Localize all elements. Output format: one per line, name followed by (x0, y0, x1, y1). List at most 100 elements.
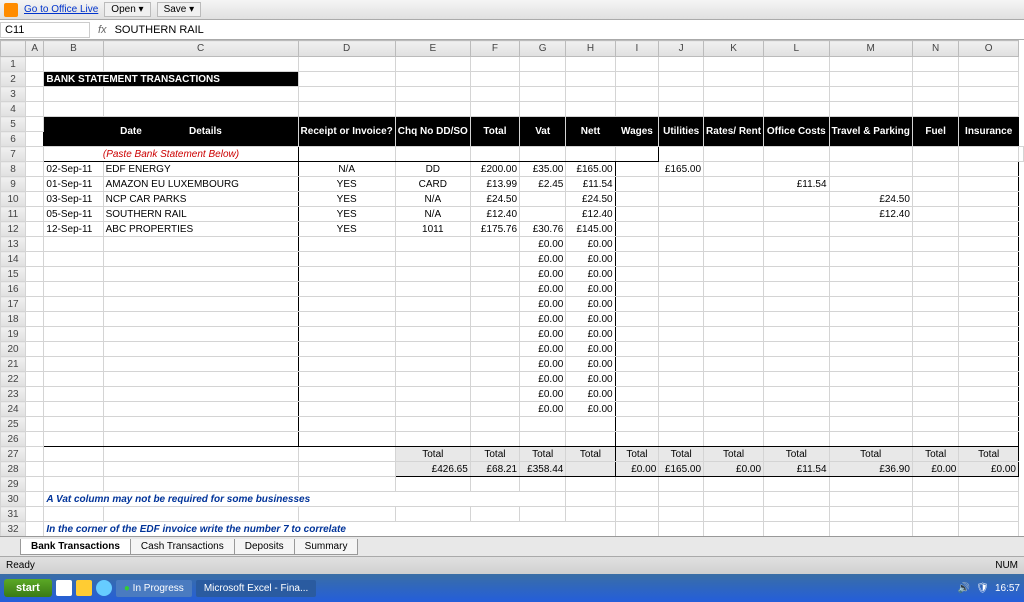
cell[interactable]: £0.00 (566, 252, 615, 267)
cell[interactable] (615, 297, 659, 312)
col-header[interactable]: B (44, 41, 103, 57)
cell[interactable] (912, 267, 958, 282)
cell[interactable] (704, 192, 764, 207)
task-in-progress[interactable]: ● In Progress (116, 580, 192, 597)
cell[interactable] (659, 192, 704, 207)
cell[interactable] (44, 402, 103, 417)
cell[interactable]: £0.00 (566, 267, 615, 282)
cell[interactable] (26, 237, 44, 252)
cell[interactable]: Total (912, 447, 958, 462)
fx-icon[interactable]: fx (90, 24, 115, 36)
row-header[interactable]: 22 (1, 372, 26, 387)
cell[interactable] (764, 402, 829, 417)
cell[interactable]: £11.54 (566, 177, 615, 192)
cell[interactable] (659, 507, 704, 522)
cell[interactable] (103, 252, 298, 267)
cell[interactable]: N/A (395, 192, 470, 207)
cell[interactable]: £12.40 (566, 207, 615, 222)
cell[interactable] (395, 297, 470, 312)
cell[interactable] (659, 252, 704, 267)
cell[interactable] (764, 207, 829, 222)
tab-bank-transactions[interactable]: Bank Transactions (20, 539, 131, 555)
cell[interactable] (615, 342, 659, 357)
cell[interactable] (298, 387, 395, 402)
cell[interactable]: £175.76 (470, 222, 519, 237)
cell[interactable] (26, 387, 44, 402)
quicklaunch-icon[interactable] (76, 580, 92, 596)
cell[interactable] (704, 267, 764, 282)
cell[interactable] (659, 72, 704, 87)
cell[interactable]: £0.00 (520, 267, 566, 282)
cell[interactable] (298, 252, 395, 267)
cell[interactable] (615, 492, 659, 507)
cell[interactable] (829, 297, 912, 312)
cell[interactable] (395, 507, 470, 522)
cell[interactable] (659, 477, 704, 492)
row-header[interactable]: 29 (1, 477, 26, 492)
system-tray[interactable]: 🔊 🛡 16:57 (958, 583, 1020, 594)
cell[interactable] (520, 72, 566, 87)
cell[interactable] (26, 477, 44, 492)
row-header[interactable]: 2 (1, 72, 26, 87)
cell[interactable] (829, 237, 912, 252)
cell[interactable]: EDF ENERGY (103, 162, 298, 177)
cell[interactable]: 12-Sep-11 (44, 222, 103, 237)
cell[interactable] (44, 267, 103, 282)
cell[interactable] (704, 402, 764, 417)
cell[interactable] (659, 147, 704, 162)
cell[interactable]: £0.00 (566, 387, 615, 402)
cell[interactable] (298, 327, 395, 342)
col-header[interactable]: I (615, 41, 659, 57)
col-header[interactable]: D (298, 41, 395, 57)
cell[interactable] (26, 252, 44, 267)
cell[interactable] (44, 312, 103, 327)
cell[interactable]: £12.40 (829, 207, 912, 222)
row-header[interactable]: 1 (1, 57, 26, 72)
row-header[interactable]: 26 (1, 432, 26, 447)
cell[interactable] (103, 237, 298, 252)
cell[interactable] (659, 267, 704, 282)
task-excel[interactable]: Microsoft Excel - Fina... (196, 580, 316, 597)
cell[interactable] (26, 177, 44, 192)
cell[interactable] (764, 387, 829, 402)
cell[interactable] (26, 507, 44, 522)
cell[interactable] (298, 402, 395, 417)
row-header[interactable]: 25 (1, 417, 26, 432)
cell[interactable] (829, 387, 912, 402)
cell[interactable]: £24.50 (470, 192, 519, 207)
cell[interactable] (829, 507, 912, 522)
row-header[interactable]: 28 (1, 462, 26, 477)
cell[interactable] (829, 357, 912, 372)
cell[interactable] (615, 267, 659, 282)
cell[interactable] (829, 102, 912, 117)
cell[interactable] (103, 462, 298, 477)
row-header[interactable]: 20 (1, 342, 26, 357)
cell[interactable] (704, 312, 764, 327)
cell[interactable]: £0.00 (520, 357, 566, 372)
cell[interactable]: 02-Sep-11 (44, 162, 103, 177)
cell[interactable]: £35.00 (520, 162, 566, 177)
cell[interactable] (704, 162, 764, 177)
cell[interactable] (395, 57, 470, 72)
cell[interactable]: £0.00 (566, 237, 615, 252)
cell[interactable] (26, 312, 44, 327)
cell[interactable] (764, 222, 829, 237)
cell[interactable] (566, 477, 615, 492)
cell[interactable]: £11.54 (764, 177, 829, 192)
cell[interactable] (44, 252, 103, 267)
cell[interactable] (26, 87, 44, 102)
cell[interactable] (959, 357, 1019, 372)
cell[interactable] (44, 282, 103, 297)
cell[interactable]: £0.00 (912, 462, 958, 477)
cell[interactable]: £24.50 (829, 192, 912, 207)
cell[interactable]: £0.00 (520, 237, 566, 252)
cell[interactable] (704, 72, 764, 87)
cell[interactable]: £165.00 (659, 462, 704, 477)
cell[interactable] (959, 267, 1019, 282)
cell[interactable] (470, 432, 519, 447)
cell[interactable] (44, 237, 103, 252)
cell[interactable] (44, 102, 103, 117)
cell[interactable] (659, 387, 704, 402)
cell[interactable] (912, 477, 958, 492)
cell[interactable] (829, 222, 912, 237)
